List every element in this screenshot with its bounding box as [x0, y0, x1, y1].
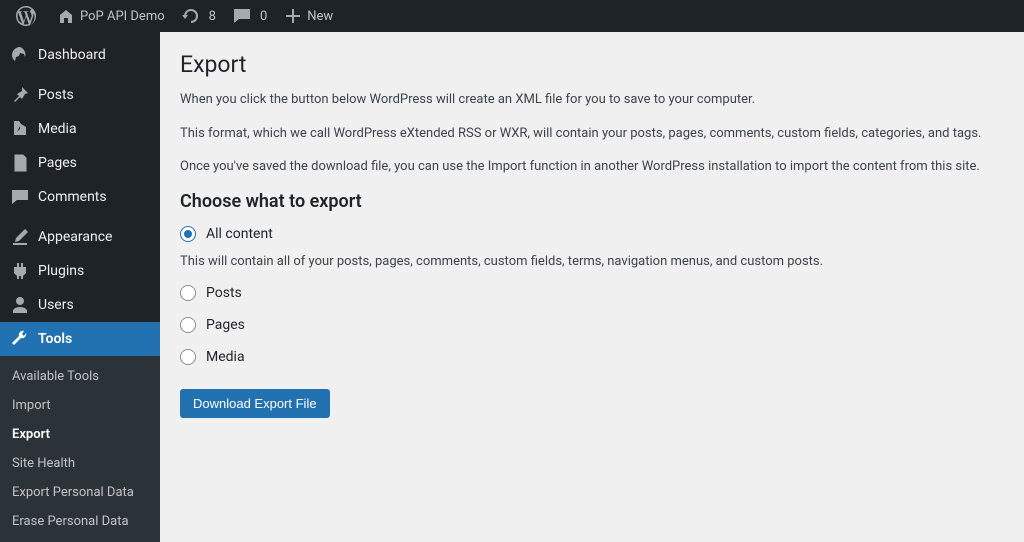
- sidebar-item-label: Dashboard: [38, 47, 106, 63]
- export-option-media[interactable]: Media: [180, 349, 1004, 365]
- export-option-label: Pages: [206, 317, 245, 333]
- export-option-label: All content: [206, 226, 273, 242]
- radio-icon: [180, 285, 196, 301]
- sidebar-item-label: Pages: [38, 155, 77, 171]
- submenu-erase-personal-data[interactable]: Erase Personal Data: [0, 507, 160, 536]
- wp-logo[interactable]: [8, 0, 48, 32]
- main-content: Export When you click the button below W…: [160, 32, 1024, 541]
- comment-icon: [232, 6, 252, 26]
- sidebar-item-comments[interactable]: Comments: [0, 180, 160, 214]
- brush-icon: [10, 227, 30, 247]
- sidebar-item-label: Comments: [38, 189, 107, 205]
- submenu-export-personal-data[interactable]: Export Personal Data: [0, 478, 160, 507]
- radio-icon: [180, 226, 196, 242]
- sidebar-item-label: Plugins: [38, 263, 84, 279]
- choose-heading: Choose what to export: [180, 191, 1004, 212]
- plus-icon: [283, 6, 303, 26]
- sidebar-item-plugins[interactable]: Plugins: [0, 254, 160, 288]
- sidebar-item-media[interactable]: Media: [0, 112, 160, 146]
- radio-icon: [180, 317, 196, 333]
- updates-count: 8: [209, 9, 216, 24]
- sidebar-item-label: Tools: [38, 331, 72, 347]
- page-icon: [10, 153, 30, 173]
- sidebar-item-dashboard[interactable]: Dashboard: [0, 38, 160, 72]
- sidebar-item-posts[interactable]: Posts: [0, 78, 160, 112]
- updates-icon: [181, 6, 201, 26]
- sidebar-item-appearance[interactable]: Appearance: [0, 220, 160, 254]
- submenu-site-health[interactable]: Site Health: [0, 449, 160, 478]
- page-title: Export: [180, 42, 1004, 90]
- plugin-icon: [10, 261, 30, 281]
- export-option-description: This will contain all of your posts, pag…: [180, 252, 1004, 272]
- wrench-icon: [10, 329, 30, 349]
- sidebar-item-label: Users: [38, 297, 74, 313]
- submenu-available-tools[interactable]: Available Tools: [0, 362, 160, 391]
- site-name: PoP API Demo: [80, 9, 165, 24]
- radio-icon: [180, 349, 196, 365]
- export-option-pages[interactable]: Pages: [180, 317, 1004, 333]
- wordpress-logo-icon: [16, 6, 36, 26]
- media-icon: [10, 119, 30, 139]
- users-icon: [10, 295, 30, 315]
- intro-paragraph-3: Once you've saved the download file, you…: [180, 157, 1004, 177]
- new-label: New: [307, 9, 333, 24]
- comment-icon: [10, 187, 30, 207]
- sidebar-item-label: Media: [38, 121, 77, 137]
- sidebar-item-label: Appearance: [38, 229, 112, 245]
- intro-paragraph-1: When you click the button below WordPres…: [180, 90, 1004, 110]
- tools-submenu: Available Tools Import Export Site Healt…: [0, 356, 160, 542]
- pushpin-icon: [10, 85, 30, 105]
- download-export-button[interactable]: Download Export File: [180, 389, 330, 418]
- admin-sidebar: Dashboard Posts Media Pages: [0, 32, 160, 541]
- sidebar-item-pages[interactable]: Pages: [0, 146, 160, 180]
- home-icon: [56, 6, 76, 26]
- export-option-label: Posts: [206, 285, 242, 301]
- sidebar-item-tools[interactable]: Tools: [0, 322, 160, 356]
- admin-bar: PoP API Demo 8 0 New: [0, 0, 1024, 32]
- submenu-import[interactable]: Import: [0, 391, 160, 420]
- export-option-posts[interactable]: Posts: [180, 285, 1004, 301]
- dashboard-icon: [10, 45, 30, 65]
- comments-count: 0: [260, 9, 267, 24]
- export-option-label: Media: [206, 349, 245, 365]
- new-content-link[interactable]: New: [275, 0, 341, 32]
- site-home-link[interactable]: PoP API Demo: [48, 0, 173, 32]
- submenu-export[interactable]: Export: [0, 420, 160, 449]
- sidebar-item-label: Posts: [38, 87, 74, 103]
- export-option-all[interactable]: All content: [180, 226, 1004, 242]
- sidebar-item-users[interactable]: Users: [0, 288, 160, 322]
- intro-paragraph-2: This format, which we call WordPress eXt…: [180, 124, 1004, 144]
- updates-link[interactable]: 8: [173, 0, 224, 32]
- comments-link[interactable]: 0: [224, 0, 275, 32]
